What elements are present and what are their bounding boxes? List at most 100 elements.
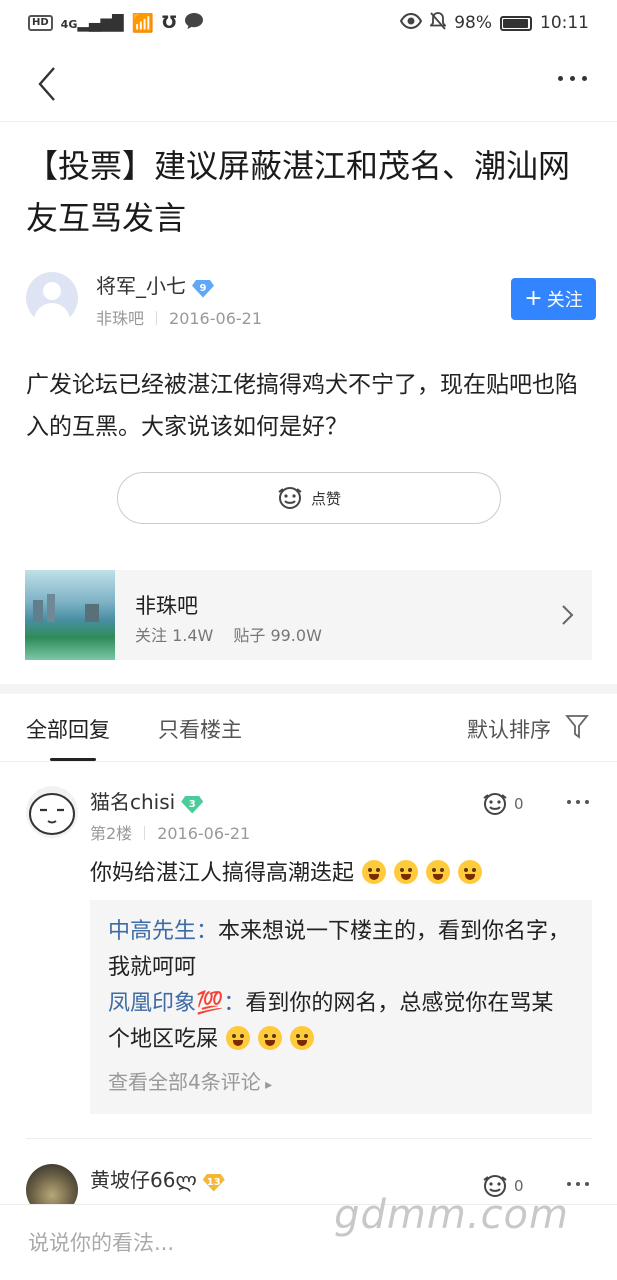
- dot-icon: [576, 800, 580, 804]
- status-left: HD 4G▂▄▆█ 📶 Ʊ: [28, 12, 204, 35]
- reply-tabs: 全部回复 只看楼主 默认排序: [0, 694, 617, 762]
- subcomment[interactable]: 中高先生：本来想说一下楼主的，看到你名字，我就呵呵: [108, 914, 574, 986]
- cartoon-face-icon: [29, 793, 75, 835]
- grin-emoji-icon: [394, 860, 419, 884]
- tab-active-indicator: [50, 758, 96, 761]
- shield-icon: Ʊ: [161, 13, 177, 33]
- surprised-emoji-icon: [290, 1026, 315, 1050]
- like-button[interactable]: 点赞: [117, 472, 501, 524]
- subcomment[interactable]: 凤凰印象💯：看到你的网名，总感觉你在骂某个地区吃屎: [108, 986, 574, 1058]
- tab-op-only[interactable]: 只看楼主: [158, 714, 242, 744]
- clock: 10:11: [540, 13, 589, 33]
- chevron-left-icon: [38, 67, 55, 101]
- author-forum: 非珠吧: [96, 309, 145, 328]
- author-meta: 非珠吧 2016-06-21: [96, 305, 262, 329]
- forum-card[interactable]: 非珠吧 关注 1.4W 贴子 99.0W: [25, 570, 592, 660]
- dot-icon: [582, 76, 587, 81]
- dot-icon: [567, 800, 571, 804]
- building-shape: [33, 600, 43, 622]
- dot-icon: [570, 76, 575, 81]
- reply-author-name: 猫名chisi: [90, 790, 176, 814]
- dot-icon: [585, 800, 589, 804]
- reply-like-count: 0: [514, 795, 524, 813]
- author-row: 将军_小七 9 非珠吧 2016-06-21 + 关注: [26, 270, 596, 330]
- smile-emoji-icon: [226, 1026, 251, 1050]
- avatar-body-shape: [34, 303, 70, 324]
- reply-author-line[interactable]: 黄坡仔66ლ 13: [90, 1164, 225, 1193]
- grin-emoji-icon: [426, 860, 451, 884]
- building-shape: [47, 594, 55, 622]
- dot-icon: [585, 1182, 589, 1186]
- meta-divider: [144, 826, 146, 840]
- hd-badge: HD: [28, 15, 53, 31]
- like-label: 点赞: [310, 489, 341, 508]
- status-bar: HD 4G▂▄▆█ 📶 Ʊ 98% 10:11: [0, 0, 617, 46]
- eye-icon: [400, 12, 423, 34]
- reply-author-line[interactable]: 猫名chisi 3: [90, 786, 204, 815]
- plus-icon: +: [524, 286, 543, 311]
- author-avatar[interactable]: [26, 272, 78, 324]
- post-title: 【投票】建议屏蔽湛江和茂名、潮汕网友互骂发言: [26, 147, 571, 237]
- reply-text-line: 你妈给湛江人搞得高潮迭起: [90, 858, 483, 890]
- dot-icon: [567, 1182, 571, 1186]
- surprised-emoji-icon: [258, 1026, 283, 1050]
- forum-stats: 关注 1.4W 贴子 99.0W: [135, 622, 322, 646]
- diamond-icon: 3: [181, 795, 204, 814]
- reply-floor: 第2楼: [90, 824, 133, 843]
- forum-followers: 关注 1.4W: [135, 626, 214, 645]
- dot-icon: [576, 1182, 580, 1186]
- grin-emoji-icon: [362, 860, 387, 884]
- sort-dropdown[interactable]: 默认排序: [467, 714, 551, 744]
- battery-percent: 98%: [454, 13, 492, 33]
- subcomment-colon: ：: [223, 991, 246, 1016]
- reply-avatar[interactable]: [26, 786, 78, 838]
- filter-icon[interactable]: [565, 714, 589, 740]
- post-date: 2016-06-21: [169, 309, 262, 328]
- level-badge: 13: [202, 1173, 225, 1192]
- subcomment-user[interactable]: 凤凰印象💯: [108, 991, 223, 1016]
- reply-meta: 第2楼 2016-06-21: [90, 820, 250, 844]
- tab-all-replies[interactable]: 全部回复: [26, 714, 110, 744]
- nav-bar: [0, 46, 617, 122]
- subcomment-box: 中高先生：本来想说一下楼主的，看到你名字，我就呵呵 凤凰印象💯：看到你的网名，总…: [90, 900, 592, 1114]
- diamond-icon: 9: [192, 279, 214, 298]
- battery-icon: [500, 15, 532, 31]
- meta-divider: [156, 311, 158, 325]
- subcomment-user[interactable]: 中高先生: [108, 919, 196, 944]
- wifi-icon: 📶: [131, 12, 154, 34]
- view-all-comments-link[interactable]: 查看全部4条评论 ▸: [108, 1064, 574, 1103]
- avatar-head-shape: [43, 282, 61, 300]
- forum-posts: 贴子 99.0W: [233, 626, 322, 645]
- reply-text: 你妈给湛江人搞得高潮迭起: [90, 861, 355, 886]
- watermark: gdmm.com: [334, 1192, 569, 1238]
- thumbs-up-icon: [278, 487, 302, 509]
- follow-button[interactable]: + 关注: [511, 278, 596, 320]
- comment-input[interactable]: 说说你的看法...: [28, 1227, 174, 1257]
- author-name: 将军_小七: [96, 274, 186, 298]
- reply-more-button[interactable]: [567, 800, 589, 804]
- forum-name: 非珠吧: [135, 594, 198, 618]
- follow-label: 关注: [546, 290, 583, 311]
- caret-right-icon: ▸: [260, 1077, 273, 1093]
- thumbs-up-icon: [483, 793, 507, 815]
- forum-thumbnail: [25, 570, 115, 660]
- building-shape: [85, 604, 99, 622]
- signal-icon: 4G▂▄▆█: [60, 14, 124, 32]
- reply-date: 2016-06-21: [157, 824, 251, 843]
- section-divider: [0, 684, 617, 694]
- level-badge: 9: [192, 279, 214, 298]
- author-name-line[interactable]: 将军_小七 9: [96, 270, 214, 299]
- view-all-label: 查看全部4条评论: [108, 1070, 261, 1094]
- status-right: 98% 10:11: [400, 11, 589, 35]
- reply-more-button[interactable]: [567, 1182, 589, 1186]
- reply-like-button[interactable]: 0: [482, 792, 524, 816]
- dot-icon: [558, 76, 563, 81]
- reply-author-name: 黄坡仔66ლ: [90, 1168, 197, 1192]
- battery-fill: [503, 18, 529, 28]
- diamond-icon: 13: [202, 1173, 225, 1192]
- more-button[interactable]: [558, 76, 587, 81]
- chevron-right-icon: [562, 605, 574, 625]
- back-button[interactable]: [30, 66, 66, 102]
- mute-bell-icon: [429, 11, 448, 35]
- subcomment-colon: ：: [196, 919, 219, 944]
